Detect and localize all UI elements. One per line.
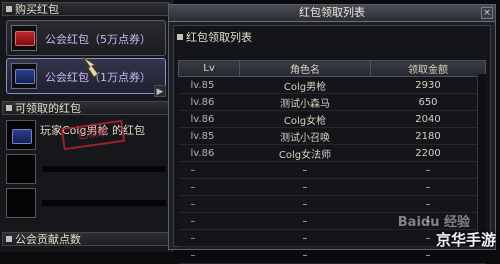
claim-list-header: 红包领取列表 — [177, 29, 252, 45]
contribution-header: 公会贡献点数 — [2, 232, 170, 246]
site-watermark: 京华手游 — [435, 231, 496, 249]
received-redpacket-header: 可领取的红包 — [2, 101, 170, 115]
cell-lv: lv.86 — [178, 93, 240, 111]
cell-lv: – — [178, 161, 240, 179]
contribution-title: 公会贡献点数 — [15, 233, 81, 246]
section-bullet-icon — [6, 105, 12, 111]
section-bullet-icon — [6, 6, 12, 12]
buy-redpacket-5w-option[interactable]: 公会红包（5万点券） — [6, 20, 166, 56]
claim-list-title: 红包领取列表 — [186, 31, 252, 44]
buy-redpacket-title: 购买红包 — [15, 3, 59, 16]
cell-lv: lv.86 — [178, 144, 240, 162]
table-row: lv.86 测试小森马 650 — [178, 93, 486, 111]
cell-name: 测试小召唤 — [239, 127, 371, 145]
window-title: 红包领取列表 — [169, 5, 495, 22]
table-row: – – – — [178, 178, 486, 196]
column-header-amount[interactable]: 领取金额 — [370, 60, 486, 77]
cell-name: Colg女枪 — [239, 110, 371, 128]
table-row: – – – — [178, 195, 486, 213]
cell-name: – — [239, 212, 371, 230]
buy-redpacket-5w-label: 公会红包（5万点券） — [45, 33, 151, 46]
buy-list-page-arrow[interactable]: ▶ — [154, 85, 166, 97]
redpacket-red-icon — [11, 25, 37, 51]
cell-name: – — [239, 178, 371, 196]
close-icon[interactable]: × — [481, 7, 493, 19]
empty-slot-icon — [6, 188, 36, 218]
cell-name: 测试小森马 — [239, 93, 371, 111]
cell-lv: lv.85 — [178, 76, 240, 94]
cell-name: – — [239, 161, 371, 179]
cell-lv: – — [178, 246, 240, 264]
cell-amount: 2180 — [370, 127, 486, 145]
cell-name: Colg男枪 — [239, 76, 371, 94]
table-row: lv.85 测试小召唤 2180 — [178, 127, 486, 145]
column-header-lv[interactable]: Lv — [178, 60, 240, 77]
cell-amount: 2040 — [370, 110, 486, 128]
cell-lv: lv.85 — [178, 127, 240, 145]
baidu-watermark: Baidu 经验 — [397, 215, 470, 230]
table-row: – – – — [178, 161, 486, 179]
cell-name: Colg女法师 — [239, 144, 371, 162]
redpacket-blue-icon — [6, 120, 36, 150]
cell-lv: lv.86 — [178, 110, 240, 128]
cell-name: – — [239, 246, 371, 264]
empty-slot-icon — [6, 154, 36, 184]
received-redpacket-slot[interactable] — [6, 154, 166, 184]
buy-redpacket-header: 购买红包 — [2, 2, 170, 16]
cell-lv: – — [178, 195, 240, 213]
table-row: lv.85 Colg男枪 2930 — [178, 76, 486, 94]
received-redpacket-slot[interactable] — [6, 188, 166, 218]
cell-lv: – — [178, 178, 240, 196]
cell-amount: 2930 — [370, 76, 486, 94]
cell-amount: – — [370, 195, 486, 213]
hand-cursor-icon — [82, 56, 99, 78]
section-bullet-icon — [177, 34, 183, 40]
table-row: lv.86 Colg女法师 2200 — [178, 144, 486, 162]
cell-lv: – — [178, 229, 240, 247]
guild-redpacket-panel: 购买红包 公会红包（5万点券） 公会红包（1万点券） ▶ 1 可领取的红包 玩家… — [0, 0, 173, 252]
table-row: lv.86 Colg女枪 2040 — [178, 110, 486, 128]
cell-amount: – — [370, 178, 486, 196]
received-redpacket-title: 可领取的红包 — [15, 102, 81, 115]
cell-amount: – — [370, 161, 486, 179]
cell-lv: – — [178, 212, 240, 230]
column-header-name[interactable]: 角色名 — [239, 60, 371, 77]
section-bullet-icon — [6, 236, 12, 242]
redpacket-blue-icon — [11, 63, 37, 89]
cell-name: – — [239, 229, 371, 247]
cell-amount: 2200 — [370, 144, 486, 162]
cell-amount: 650 — [370, 93, 486, 111]
cell-name: – — [239, 195, 371, 213]
scrollbar[interactable] — [477, 74, 486, 240]
